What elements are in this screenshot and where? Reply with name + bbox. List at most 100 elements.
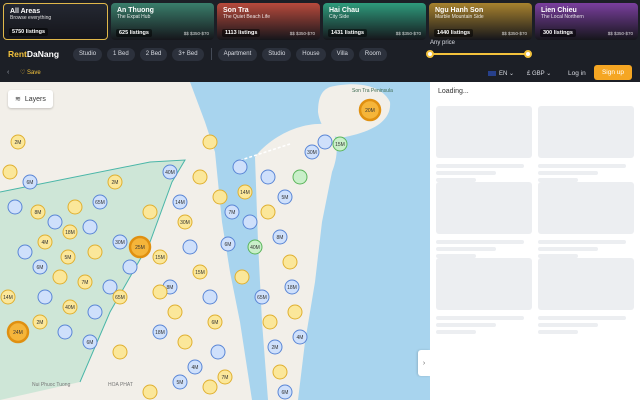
filter-chip-type-studio[interactable]: Studio <box>262 47 292 61</box>
map-cluster-marker[interactable]: 2M <box>10 134 26 150</box>
map-cluster-marker[interactable] <box>17 244 33 260</box>
map-cluster-marker[interactable]: 30M <box>177 214 193 230</box>
map-cluster-marker[interactable]: 18M <box>284 279 300 295</box>
map-cluster-marker[interactable]: 65M <box>112 289 128 305</box>
map-cluster-marker[interactable] <box>260 204 276 220</box>
map-cluster-marker[interactable]: 8M <box>30 204 46 220</box>
map-cluster-marker[interactable]: 65M <box>254 289 270 305</box>
map-cluster-marker[interactable]: 7M <box>217 369 233 385</box>
map-cluster-marker[interactable] <box>37 289 53 305</box>
map-cluster-marker[interactable]: 20M <box>358 98 382 122</box>
map-cluster-marker[interactable]: 6M <box>207 314 223 330</box>
map-cluster-marker[interactable]: 4M <box>187 359 203 375</box>
save-search-button[interactable]: ♡ Save <box>20 69 41 76</box>
filter-chip-2-bed[interactable]: 2 Bed <box>139 47 168 61</box>
map-cluster-marker[interactable] <box>87 244 103 260</box>
map-cluster-marker[interactable] <box>260 169 276 185</box>
map-cluster-marker[interactable]: 40M <box>62 299 78 315</box>
map-cluster-marker[interactable]: 2M <box>32 314 48 330</box>
map-cluster-marker[interactable] <box>234 269 250 285</box>
currency-selector[interactable]: £ GBP ⌄ <box>527 70 551 77</box>
filter-chip-apartment[interactable]: Apartment <box>217 47 258 61</box>
map-cluster-marker[interactable]: 18M <box>62 224 78 240</box>
map-cluster-marker[interactable]: 24M <box>6 320 30 344</box>
map-cluster-marker[interactable]: 6M <box>220 236 236 252</box>
language-selector[interactable]: EN ⌄ <box>488 70 514 77</box>
map-cluster-marker[interactable] <box>167 304 183 320</box>
map-cluster-marker[interactable] <box>112 344 128 360</box>
map-cluster-marker[interactable]: 25M <box>128 235 152 259</box>
map-cluster-marker[interactable] <box>272 364 288 380</box>
map-cluster-marker[interactable]: 14M <box>172 194 188 210</box>
map-cluster-marker[interactable]: 5M <box>60 249 76 265</box>
login-button[interactable]: Log in <box>568 70 586 77</box>
map-cluster-marker[interactable] <box>202 379 218 395</box>
map-cluster-marker[interactable] <box>282 254 298 270</box>
filter-chip-villa[interactable]: Villa <box>330 47 354 61</box>
map-cluster-marker[interactable] <box>262 314 278 330</box>
map-cluster-marker[interactable]: 30M <box>112 234 128 250</box>
map-cluster-marker[interactable]: 4M <box>292 329 308 345</box>
filter-chip-room[interactable]: Room <box>358 47 387 61</box>
price-min-handle[interactable] <box>426 50 434 58</box>
map-cluster-marker[interactable] <box>52 269 68 285</box>
map-cluster-marker[interactable]: 15M <box>152 249 168 265</box>
map-cluster-marker[interactable]: 5M <box>277 189 293 205</box>
map-cluster-marker[interactable]: 40M <box>162 164 178 180</box>
map-cluster-marker[interactable] <box>210 344 226 360</box>
map-cluster-marker[interactable]: 6M <box>32 259 48 275</box>
map-cluster-marker[interactable] <box>212 189 228 205</box>
map-cluster-marker[interactable]: 15M <box>332 136 348 152</box>
area-card-lien-chieu[interactable]: Lien Chieu The Local Northern 300 listin… <box>535 3 638 40</box>
map-cluster-marker[interactable] <box>287 304 303 320</box>
price-range-track[interactable] <box>430 53 528 55</box>
map-cluster-marker[interactable]: 65M <box>92 194 108 210</box>
area-card-ngu-hanh-son[interactable]: Ngu Hanh Son Marble Mountain Side 1440 l… <box>429 3 532 40</box>
map-cluster-marker[interactable]: 2M <box>107 174 123 190</box>
map-cluster-marker[interactable]: 15M <box>192 264 208 280</box>
map-cluster-marker[interactable] <box>202 134 218 150</box>
area-card-son-tra[interactable]: Son Tra The Quiet Beach Life 1113 listin… <box>217 3 320 40</box>
map-cluster-marker[interactable] <box>292 169 308 185</box>
map-cluster-marker[interactable] <box>177 334 193 350</box>
map-cluster-marker[interactable]: 6M <box>22 174 38 190</box>
map-cluster-marker[interactable] <box>232 159 248 175</box>
map-cluster-marker[interactable] <box>57 324 73 340</box>
map-cluster-marker[interactable] <box>122 259 138 275</box>
map-cluster-marker[interactable] <box>152 284 168 300</box>
map-cluster-marker[interactable]: 14M <box>0 289 16 305</box>
price-max-handle[interactable] <box>524 50 532 58</box>
map-cluster-marker[interactable]: 2M <box>267 339 283 355</box>
map-cluster-marker[interactable]: 14M <box>237 184 253 200</box>
map-cluster-marker[interactable]: 8M <box>272 229 288 245</box>
map-cluster-marker[interactable]: 5M <box>172 374 188 390</box>
back-icon[interactable]: ‹ <box>7 69 9 76</box>
map-cluster-marker[interactable]: 6M <box>82 334 98 350</box>
area-card-all[interactable]: All Areas Browse everything 5750 listing… <box>3 3 108 40</box>
map-cluster-marker[interactable] <box>7 199 23 215</box>
map-cluster-marker[interactable] <box>87 304 103 320</box>
filter-chip-3-plus-bed[interactable]: 3+ Bed <box>172 47 204 61</box>
collapse-panel-button[interactable]: › <box>418 350 430 376</box>
map-cluster-marker[interactable]: 7M <box>224 204 240 220</box>
listings-map[interactable]: 2M 6M 8M 18M 4M 5M 30M 25M 15M 6M 7M 14M 40M 65M 24M 2M… <box>0 82 430 400</box>
map-cluster-marker[interactable] <box>182 239 198 255</box>
map-cluster-marker[interactable] <box>242 214 258 230</box>
map-cluster-marker[interactable]: 4M <box>37 234 53 250</box>
map-cluster-marker[interactable] <box>202 289 218 305</box>
filter-chip-studio[interactable]: Studio <box>73 47 103 61</box>
map-cluster-marker[interactable] <box>142 384 158 400</box>
signup-button[interactable]: Sign up <box>594 65 632 80</box>
map-cluster-marker[interactable] <box>317 134 333 150</box>
layers-button[interactable]: ≋ Layers <box>8 90 53 108</box>
map-cluster-marker[interactable] <box>67 199 83 215</box>
brand-logo[interactable]: RentDaNang <box>8 49 59 59</box>
area-card-hai-chau[interactable]: Hai Chau City Side 1431 listings $$ $350… <box>323 3 426 40</box>
map-cluster-marker[interactable]: 18M <box>152 324 168 340</box>
map-cluster-marker[interactable]: 30M <box>304 144 320 160</box>
map-cluster-marker[interactable] <box>2 164 18 180</box>
map-cluster-marker[interactable]: 6M <box>277 384 293 400</box>
filter-chip-house[interactable]: House <box>296 47 326 61</box>
filter-chip-1-bed[interactable]: 1 Bed <box>107 47 135 61</box>
map-cluster-marker[interactable]: 40M <box>247 239 263 255</box>
